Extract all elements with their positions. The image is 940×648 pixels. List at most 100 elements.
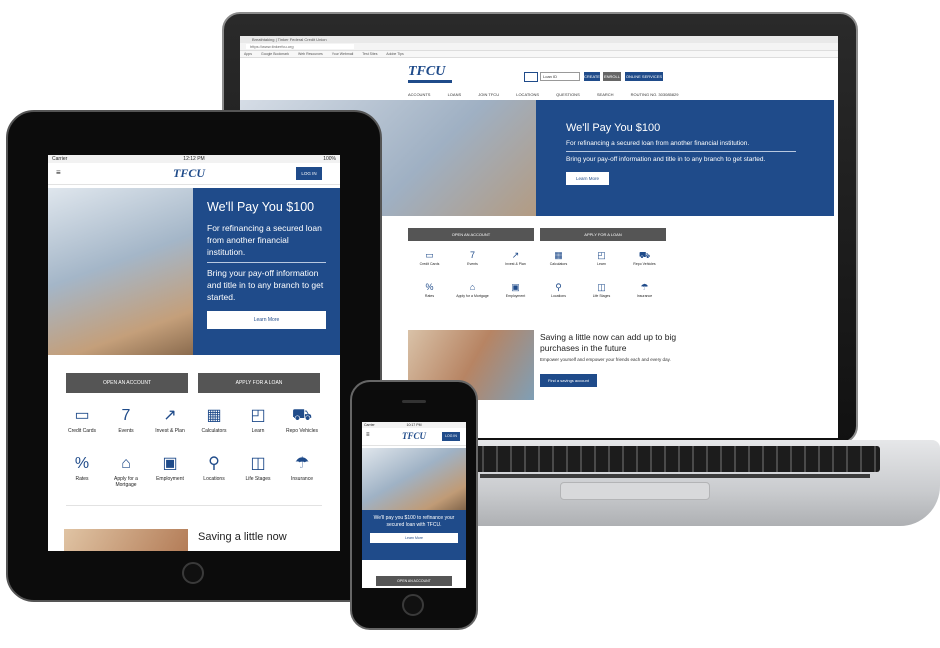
quick-link-life-stages[interactable]: ◫ Life Stages (236, 455, 280, 482)
bookmark-item[interactable]: Google Bookmark (261, 52, 289, 56)
bookmark-item[interactable]: Web Resources (298, 52, 323, 56)
hero-text: We'll pay you $100 to refinance your sec… (373, 515, 455, 528)
open-account-button[interactable]: OPEN AN ACCOUNT (408, 228, 534, 241)
quick-link-apply-for-a-mortgage[interactable]: ⌂ Apply for a Mortgage (104, 455, 148, 488)
browser-tab[interactable]: Breathtaking | Tinker Federal Credit Uni… (240, 36, 838, 43)
hero-panel: We'll Pay You $100 For refinancing a sec… (536, 100, 834, 216)
hamburger-icon[interactable]: ≡ (366, 432, 370, 438)
quick-link-invest-plan[interactable]: ↗ Invest & Plan (148, 407, 192, 434)
rates-icon: % (425, 282, 434, 292)
bookmark-item[interactable]: Your Webmail (332, 52, 354, 56)
quick-link-label: Employment (505, 294, 526, 298)
quick-link-credit-cards[interactable]: ▭ Credit Cards (408, 250, 451, 266)
house-icon (524, 72, 538, 82)
savings-block: Saving a little now can add up to big pu… (540, 332, 680, 387)
tablet-home-button (182, 562, 204, 584)
quick-link-rates[interactable]: % Rates (408, 282, 451, 298)
apply-loan-button[interactable]: APPLY FOR A LOAN (540, 228, 666, 241)
hamburger-icon[interactable]: ≡ (56, 168, 61, 177)
routing-number: ROUTING NO. 303085829 (630, 92, 679, 97)
learn-more-button[interactable]: Learn More (566, 172, 610, 185)
quick-link-label: Life Stages (592, 294, 611, 298)
laptop-trackpad (560, 482, 710, 500)
nav-search[interactable]: SEARCH (597, 92, 614, 97)
quick-link-employment[interactable]: ▣ Employment (148, 455, 192, 482)
quick-link-label: Learn (597, 262, 606, 266)
tfcu-logo[interactable]: TFCU (402, 431, 426, 441)
events-icon: 7 (121, 407, 131, 424)
repo-vehicles-icon: ⛟ (638, 250, 651, 260)
quick-link-repo-vehicles[interactable]: ⛟ Repo Vehicles (623, 250, 666, 266)
quick-link-calculators[interactable]: ▦ Calculators (192, 407, 236, 434)
quick-link-repo-vehicles[interactable]: ⛟ Repo Vehicles (280, 407, 324, 434)
quick-link-events[interactable]: 7 Events (104, 407, 148, 434)
learn-more-button[interactable]: Learn More (207, 311, 326, 329)
bookmark-item[interactable]: Test Sites (362, 52, 377, 56)
enroll-button[interactable]: ENROLL (603, 72, 621, 81)
quick-link-insurance[interactable]: ☂ Insurance (623, 282, 666, 298)
quick-link-learn[interactable]: ◰ Learn (580, 250, 623, 266)
hero-panel: We'll pay you $100 to refinance your sec… (362, 510, 466, 560)
laptop-keyboard (470, 446, 880, 472)
tablet-screen: Carrier 12:12 PM 100% ≡ TFCU LOG IN We'l… (48, 155, 340, 551)
find-savings-button[interactable]: Find a savings account (540, 374, 597, 387)
bookmark-item[interactable]: Adobe Tips (386, 52, 404, 56)
quick-link-locations[interactable]: ⚲ Locations (537, 282, 580, 298)
invest-plan-icon: ↗ (163, 407, 177, 424)
online-services-button[interactable]: ONLINE SERVICES (625, 72, 663, 81)
quick-link-label: Apply for a Mortgage (114, 476, 138, 488)
nav-accounts[interactable]: ACCOUNTS (408, 92, 430, 97)
device-mockup-stage: Breathtaking | Tinker Federal Credit Uni… (0, 0, 940, 648)
quick-link-label: Employment (156, 476, 184, 482)
bookmark-item[interactable]: Apps (244, 52, 252, 56)
quick-link-calculators[interactable]: ▦ Calculators (537, 250, 580, 266)
quick-link-insurance[interactable]: ☂ Insurance (280, 455, 324, 482)
quick-link-label: Invest & Plan (155, 428, 185, 434)
quick-link-rates[interactable]: % Rates (60, 455, 104, 482)
hero-divider (207, 262, 326, 263)
hero-photo (362, 448, 466, 510)
savings-body: Empower yourself and empower your friend… (540, 357, 671, 362)
apply-for-a-mortgage-icon: ⌂ (469, 282, 476, 292)
quick-link-apply-for-a-mortgage[interactable]: ⌂ Apply for a Mortgage (451, 282, 494, 298)
hero-title: We'll Pay You $100 (566, 122, 661, 134)
open-account-button[interactable]: OPEN AN ACCOUNT (66, 373, 188, 393)
calculators-icon: ▦ (554, 250, 563, 260)
tfcu-logo[interactable]: TFCU (173, 166, 205, 181)
tablet-header: ≡ TFCU LOG IN (48, 163, 340, 185)
quick-link-events[interactable]: 7 Events (451, 250, 494, 266)
apply-loan-button[interactable]: APPLY FOR A LOAN (198, 373, 320, 393)
quick-link-invest-plan[interactable]: ↗ Invest & Plan (494, 250, 537, 266)
browser-address-bar[interactable]: https://www.tinkerfcu.org (240, 43, 838, 51)
login-button[interactable]: LOG IN (296, 167, 322, 180)
hero-line2: Bring your pay-off information and title… (566, 156, 766, 163)
phone-screen: Carrier 10:17 PM ≡ TFCU LOG IN We'll pay… (362, 422, 466, 588)
quick-link-label: Calculators (201, 428, 227, 434)
open-account-button[interactable]: OPEN AN ACCOUNT (376, 576, 452, 586)
quick-link-learn[interactable]: ◰ Learn (236, 407, 280, 434)
nav-loans[interactable]: LOANS (448, 92, 462, 97)
create-button[interactable]: CREATE (584, 72, 600, 81)
quick-link-locations[interactable]: ⚲ Locations (192, 455, 236, 482)
phone-header: ≡ TFCU LOG IN (362, 428, 466, 446)
quick-link-label: Apply for a Mortgage (456, 294, 489, 298)
quick-link-label: Locations (551, 294, 566, 298)
credit-cards-icon: ▭ (74, 407, 90, 424)
quick-link-credit-cards[interactable]: ▭ Credit Cards (60, 407, 104, 434)
quick-link-life-stages[interactable]: ◫ Life Stages (580, 282, 623, 298)
invest-plan-icon: ↗ (511, 250, 520, 260)
quick-link-employment[interactable]: ▣ Employment (494, 282, 537, 298)
hero-panel: We'll Pay You $100 For refinancing a sec… (193, 188, 340, 355)
laptop-keyboard-row (480, 474, 870, 478)
login-id-input[interactable]: Loan ID (540, 72, 580, 81)
repo-vehicles-icon: ⛟ (291, 407, 313, 424)
learn-icon: ◰ (597, 250, 606, 260)
nav-questions[interactable]: QUESTIONS (556, 92, 580, 97)
login-button[interactable]: LOG IN (442, 432, 460, 441)
nav-join[interactable]: JOIN TFCU (478, 92, 499, 97)
nav-locations[interactable]: LOCATIONS (516, 92, 539, 97)
life-stages-icon: ◫ (250, 455, 266, 472)
tfcu-logo[interactable]: TFCU (408, 64, 445, 80)
quick-link-label: Repo Vehicles (633, 262, 656, 266)
learn-more-button[interactable]: Learn More (370, 533, 458, 543)
